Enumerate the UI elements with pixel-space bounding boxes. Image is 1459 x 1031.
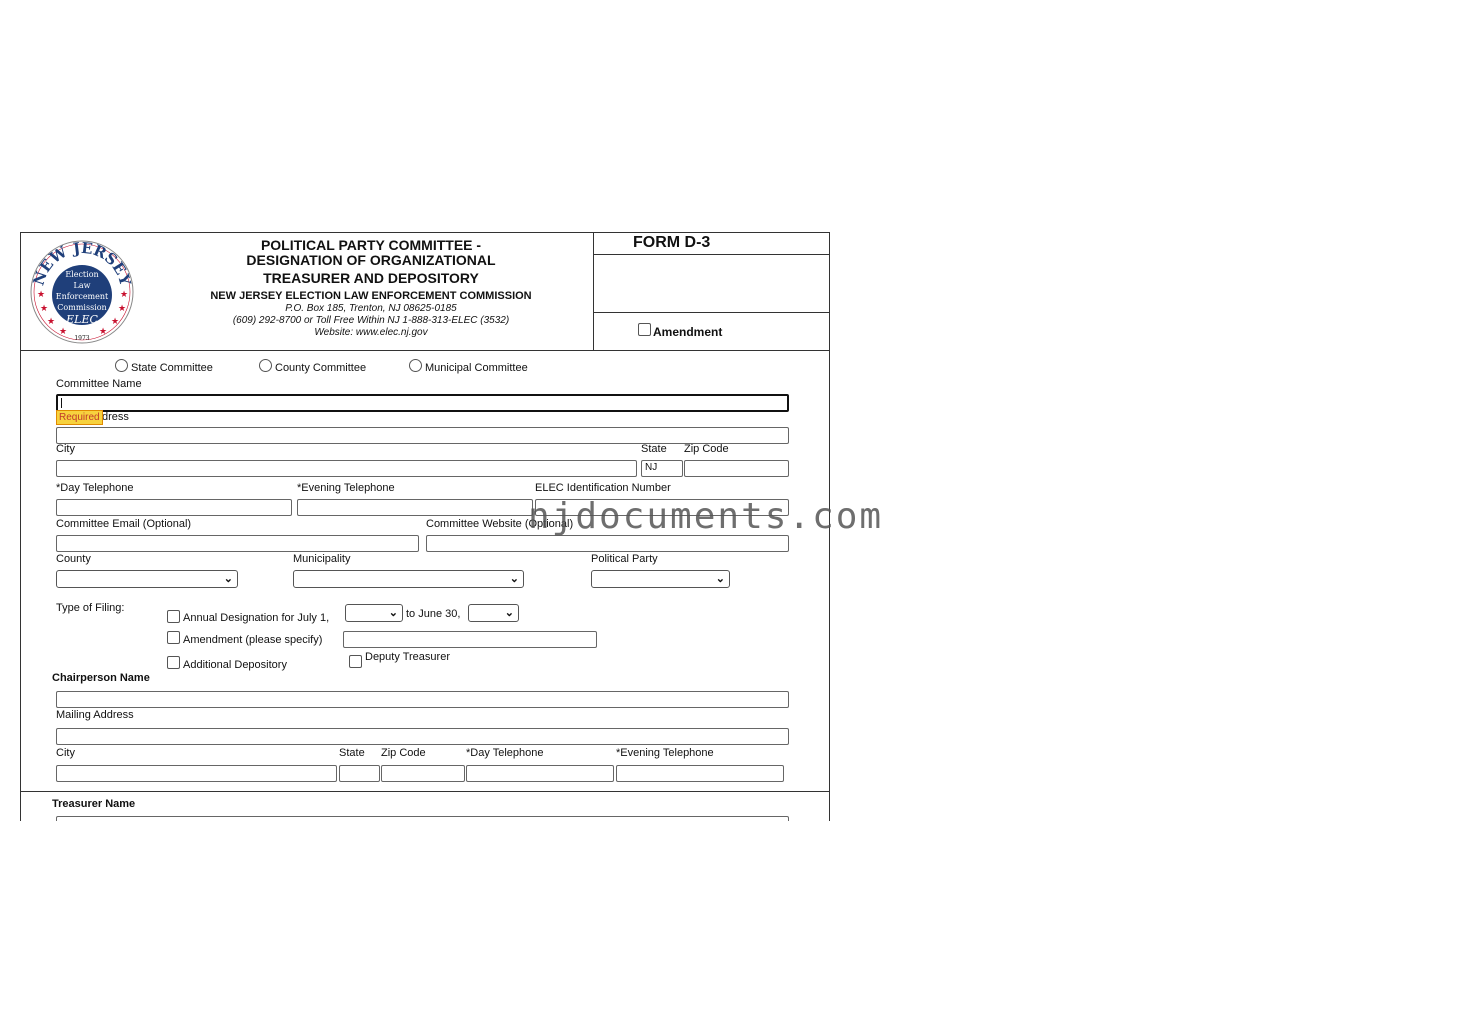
- county-label: County: [56, 553, 91, 565]
- state-committee-radio[interactable]: [115, 359, 128, 372]
- chevron-down-icon: ⌄: [715, 573, 725, 585]
- chair-city-input[interactable]: [56, 765, 337, 782]
- end-year-select[interactable]: ⌄: [468, 604, 519, 622]
- svg-text:★: ★: [120, 290, 128, 300]
- evening-telephone-input[interactable]: [297, 499, 533, 516]
- logo-abbrev: ELEC: [65, 313, 98, 326]
- chair-day-telephone-label: *Day Telephone: [466, 747, 544, 759]
- elec-id-label: ELEC Identification Number: [535, 482, 671, 494]
- chair-city-label: City: [56, 747, 75, 759]
- county-committee-label: County Committee: [275, 362, 367, 374]
- chair-evening-telephone-label: *Evening Telephone: [616, 747, 714, 759]
- form-title-line-3: TREASURER AND DEPOSITORY: [263, 270, 479, 286]
- svg-text:★: ★: [118, 304, 126, 314]
- county-select[interactable]: ⌄: [56, 570, 238, 588]
- svg-text:★: ★: [99, 327, 107, 337]
- county-committee-radio[interactable]: [259, 359, 272, 372]
- type-of-filing-label: Type of Filing:: [56, 602, 125, 614]
- city-label: City: [56, 443, 75, 455]
- agency-address: P.O. Box 185, Trenton, NJ 08625-0185: [285, 303, 457, 314]
- annual-designation-checkbox[interactable]: [167, 610, 180, 623]
- address-input[interactable]: [56, 427, 789, 444]
- amendment-specify-input[interactable]: [343, 631, 597, 648]
- chair-state-label: State: [339, 747, 365, 759]
- logo-line-4: Commission: [57, 303, 106, 312]
- logo-line-3: Enforcement: [56, 292, 109, 301]
- agency-name: NEW JERSEY ELECTION LAW ENFORCEMENT COMM…: [210, 290, 532, 302]
- header-bottom-rule: [21, 350, 829, 351]
- day-telephone-input[interactable]: [56, 499, 292, 516]
- municipality-label: Municipality: [293, 553, 351, 565]
- state-committee-label: State Committee: [131, 362, 213, 374]
- annual-designation-label: Annual Designation for July 1,: [183, 612, 330, 624]
- form-id: FORM D-3: [633, 234, 711, 251]
- amendment-specify-checkbox[interactable]: [167, 631, 180, 644]
- political-party-label: Political Party: [591, 553, 658, 565]
- agency-website: Website: www.elec.nj.gov: [314, 327, 428, 338]
- form-title-line-1: POLITICAL PARTY COMMITTEE -: [260, 237, 482, 253]
- chair-state-input[interactable]: [339, 765, 380, 782]
- form-id-divider: [593, 254, 829, 255]
- political-party-select[interactable]: ⌄: [591, 570, 730, 588]
- chair-zip-label: Zip Code: [381, 747, 426, 759]
- municipal-committee-radio[interactable]: [409, 359, 422, 372]
- municipal-committee-label: Municipal Committee: [425, 362, 528, 374]
- section-divider: [21, 791, 829, 792]
- watermark: njdocuments.com: [528, 496, 884, 537]
- state-input[interactable]: NJ: [641, 460, 683, 477]
- chevron-down-icon: ⌄: [388, 607, 398, 619]
- elec-logo: NEW JERSEY ★ ★ ★ ★ ★ ★ ★ ★ Election Law Enfor…: [29, 239, 135, 345]
- amendment-checkbox[interactable]: [638, 323, 651, 336]
- logo-line-2: Law: [74, 281, 91, 290]
- email-label: Committee Email (Optional): [56, 518, 192, 530]
- amendment-divider: [593, 312, 829, 313]
- additional-depository-checkbox[interactable]: [167, 656, 180, 669]
- to-june-label: to June 30,: [406, 608, 461, 620]
- city-input[interactable]: [56, 460, 637, 477]
- state-label: State: [641, 443, 667, 455]
- chevron-down-icon: ⌄: [504, 607, 514, 619]
- logo-line-1: Election: [65, 270, 98, 279]
- committee-name-input[interactable]: [56, 394, 789, 412]
- agency-phone: (609) 292-8700 or Toll Free Within NJ 1-…: [232, 315, 510, 326]
- additional-depository-label: Additional Depository: [183, 659, 287, 671]
- zip-input[interactable]: [684, 460, 789, 477]
- chair-day-telephone-input[interactable]: [466, 765, 614, 782]
- svg-text:★: ★: [59, 327, 67, 337]
- website-input[interactable]: [426, 535, 789, 552]
- zip-label: Zip Code: [684, 443, 729, 455]
- chair-zip-input[interactable]: [381, 765, 465, 782]
- svg-text:★: ★: [37, 290, 45, 300]
- evening-telephone-label: *Evening Telephone: [297, 482, 395, 494]
- treasurer-name-label: Treasurer Name: [52, 798, 136, 810]
- form-title-line-2: DESIGNATION OF ORGANIZATIONAL: [246, 252, 496, 268]
- chair-mailing-input[interactable]: [56, 728, 789, 745]
- chair-evening-telephone-input[interactable]: [616, 765, 784, 782]
- required-tooltip: Required: [56, 410, 103, 425]
- email-input[interactable]: [56, 535, 419, 552]
- state-value: NJ: [645, 462, 658, 473]
- chair-mailing-label: Mailing Address: [56, 709, 134, 721]
- day-telephone-label: *Day Telephone: [56, 482, 134, 494]
- municipality-select[interactable]: ⌄: [293, 570, 524, 588]
- svg-text:★: ★: [40, 304, 48, 314]
- deputy-treasurer-label: Deputy Treasurer: [365, 651, 450, 663]
- logo-year: 1973: [74, 335, 89, 342]
- svg-text:★: ★: [111, 317, 119, 327]
- address-label: dress: [102, 411, 129, 423]
- chevron-down-icon: ⌄: [223, 573, 233, 585]
- svg-text:★: ★: [47, 317, 55, 327]
- amendment-specify-label: Amendment (please specify): [183, 634, 323, 646]
- header-divider: [593, 233, 594, 350]
- deputy-treasurer-checkbox[interactable]: [349, 655, 362, 668]
- chevron-down-icon: ⌄: [509, 573, 519, 585]
- start-year-select[interactable]: ⌄: [345, 604, 403, 622]
- amendment-label: Amendment: [653, 325, 723, 339]
- chairperson-name-input[interactable]: [56, 691, 789, 708]
- treasurer-name-input[interactable]: [56, 816, 789, 821]
- committee-name-label: Committee Name: [56, 378, 142, 390]
- chairperson-name-label: Chairperson Name: [52, 672, 150, 684]
